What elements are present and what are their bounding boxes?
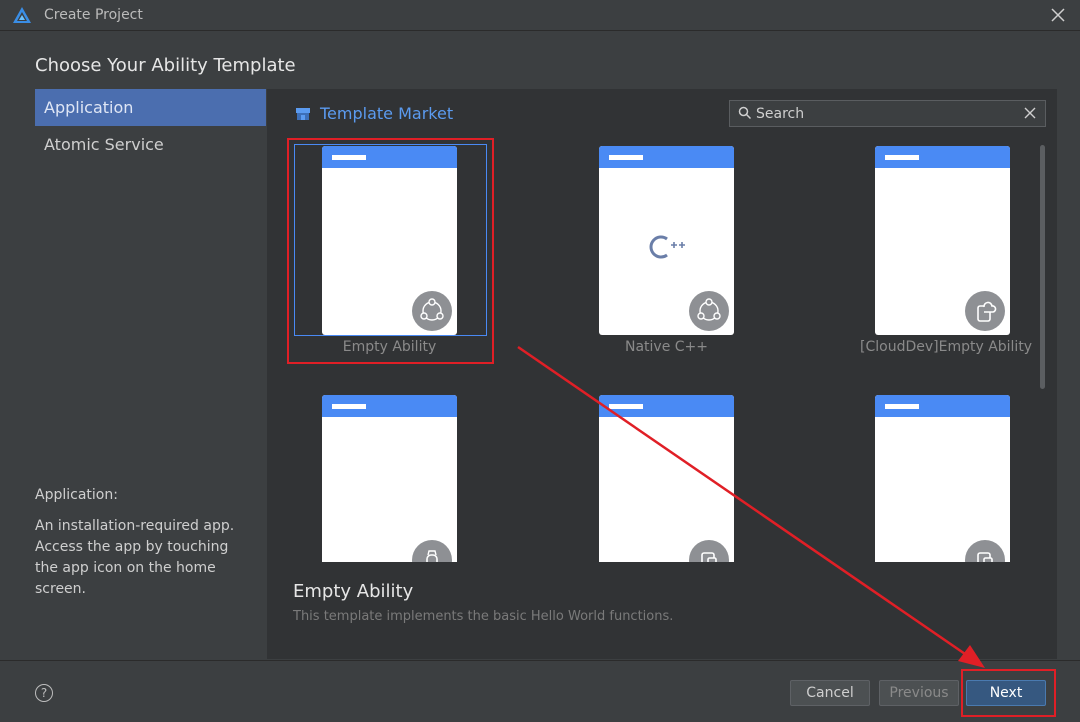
annotation-box-next (961, 669, 1056, 717)
page-title: Choose Your Ability Template (35, 55, 296, 76)
search-box (729, 100, 1046, 127)
sidebar-item-label: Atomic Service (44, 135, 164, 154)
watch-icon (412, 540, 452, 562)
template-market-link[interactable]: Template Market (295, 104, 453, 123)
clear-icon[interactable] (1023, 106, 1037, 120)
template-card[interactable] (322, 395, 457, 562)
help-icon[interactable]: ? (35, 684, 53, 702)
template-card-native-cpp[interactable] (599, 146, 734, 335)
search-icon (738, 106, 752, 120)
template-market-label: Template Market (320, 104, 454, 123)
cloud-device-icon (965, 291, 1005, 331)
sidebar-item-atomic-service[interactable]: Atomic Service (35, 126, 266, 163)
template-card[interactable] (599, 395, 734, 562)
selected-template-title: Empty Ability (293, 581, 414, 602)
share-nodes-icon (689, 291, 729, 331)
close-icon[interactable] (1048, 5, 1068, 25)
cpp-icon (649, 235, 685, 259)
description-text: An installation-required app. Access the… (35, 518, 235, 597)
scrollbar[interactable] (1040, 145, 1045, 389)
devices-icon (965, 540, 1005, 562)
template-card[interactable] (875, 395, 1010, 562)
selected-template-description: This template implements the basic Hello… (293, 609, 674, 624)
template-label: Native C++ (624, 339, 708, 355)
sidebar-item-label: Application (44, 98, 134, 117)
devices-icon (689, 540, 729, 562)
market-icon (296, 107, 310, 120)
template-label: [CloudDev]Empty Ability (860, 339, 1033, 355)
sidebar: Application Atomic Service (35, 89, 266, 163)
sidebar-item-application[interactable]: Application (35, 89, 266, 126)
search-input[interactable] (756, 104, 1016, 124)
app-logo-icon (13, 7, 31, 23)
description-title: Application: (35, 487, 118, 503)
cancel-button[interactable]: Cancel (790, 680, 870, 706)
title-bar: Create Project (0, 0, 1080, 31)
template-card-clouddev[interactable] (875, 146, 1010, 335)
window-title: Create Project (44, 7, 143, 23)
previous-button[interactable]: Previous (879, 680, 959, 706)
annotation-box-template (287, 138, 494, 364)
